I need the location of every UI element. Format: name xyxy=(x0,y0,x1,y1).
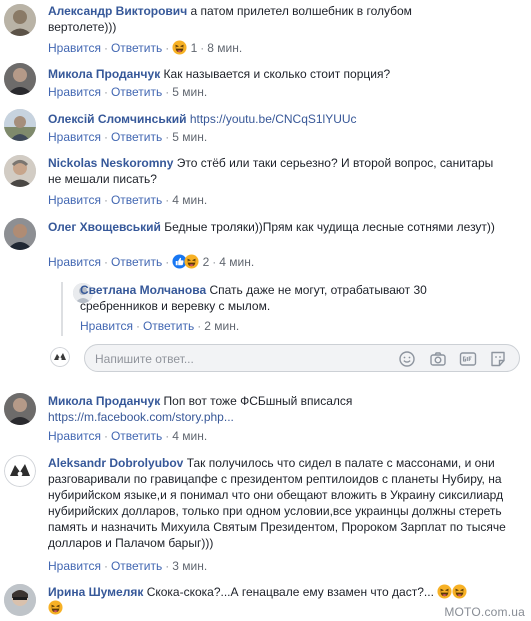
comment-actions: Нравится · Ответить · 4 мин. xyxy=(48,429,208,443)
reply-link[interactable]: Ответить xyxy=(143,319,194,333)
reply-actions: Нравится · Ответить · 2 мин. xyxy=(80,319,240,333)
like-link[interactable]: Нравится xyxy=(48,255,101,269)
comment-link[interactable]: https://youtu.be/CNCqS1lYUUc xyxy=(190,112,357,126)
comment-body: Олексій Сломчинський https://youtu.be/CN… xyxy=(48,111,508,127)
current-user-avatar[interactable] xyxy=(50,347,70,367)
avatar[interactable] xyxy=(4,455,36,487)
comment-author[interactable]: Микола Проданчук xyxy=(48,394,160,408)
like-link[interactable]: Нравится xyxy=(48,429,101,443)
emoji-icon[interactable] xyxy=(398,350,416,368)
comment-author[interactable]: Ирина Шумеляк xyxy=(48,585,143,599)
comment-text: Как называется и сколько стоит порция? xyxy=(163,67,391,81)
comment-time[interactable]: 4 мин. xyxy=(172,193,207,207)
comment-body: Олег Хвощевський Бедные троляки))Прям ка… xyxy=(48,219,498,235)
laugh-emoji-icon xyxy=(452,584,467,599)
comment-body: Aleksandr Dobrolyubov Так получилось что… xyxy=(48,455,518,551)
laugh-reaction-icon[interactable] xyxy=(184,254,199,269)
reply-link[interactable]: Ответить xyxy=(111,85,162,99)
site-watermark: MOTO.com.ua xyxy=(444,605,525,619)
reply-input[interactable] xyxy=(93,349,397,369)
reply-link[interactable]: Ответить xyxy=(111,429,162,443)
laugh-reaction-icon[interactable] xyxy=(172,40,187,55)
comment-actions: Нравится · Ответить · 1 · 8 мин. xyxy=(48,40,243,55)
comment-actions: Нравится · Ответить · 5 мин. xyxy=(48,130,208,144)
comment-body: Александр Викторович а патом прилетел во… xyxy=(48,3,468,35)
laugh-emoji-icon xyxy=(48,600,63,615)
laugh-emoji-icon xyxy=(437,584,452,599)
comment-author[interactable]: Микола Проданчук xyxy=(48,67,160,81)
comment-time[interactable]: 5 мин. xyxy=(172,130,207,144)
reply-link[interactable]: Ответить xyxy=(111,559,162,573)
comment-author[interactable]: Nickolas Neskoromny xyxy=(48,156,173,170)
comment-text: Так получилось что сидел в палате с масс… xyxy=(48,456,506,550)
avatar[interactable] xyxy=(4,4,36,36)
reply-link[interactable]: Ответить xyxy=(111,193,162,207)
comment-actions: Нравится · Ответить · 5 мин. xyxy=(48,85,208,99)
comment-text: Скока-скока?...А генацвале ему взамен чт… xyxy=(146,585,434,599)
reply-author[interactable]: Светлана Молчанова xyxy=(80,283,206,297)
like-link[interactable]: Нравится xyxy=(48,193,101,207)
reply-input-box[interactable] xyxy=(84,344,520,372)
comment-actions: Нравится · Ответить · 3 мин. xyxy=(48,559,208,573)
reply-time[interactable]: 2 мин. xyxy=(204,319,239,333)
like-link[interactable]: Нравится xyxy=(48,130,101,144)
like-link[interactable]: Нравится xyxy=(80,319,133,333)
camera-icon[interactable] xyxy=(429,350,447,368)
avatar[interactable] xyxy=(4,218,36,250)
comment-body: Nickolas Neskoromny Это стёб или таки се… xyxy=(48,155,498,187)
reply-body: Светлана Молчанова Спать даже не могут, … xyxy=(80,282,484,314)
like-link[interactable]: Нравится xyxy=(48,85,101,99)
comment-author[interactable]: Aleksandr Dobrolyubov xyxy=(48,456,183,470)
reply-link[interactable]: Ответить xyxy=(111,130,162,144)
comment-text: Поп вот тоже ФСБшный вписался xyxy=(163,394,353,408)
comment-time[interactable]: 8 мин. xyxy=(207,41,242,55)
comment-body: Микола Проданчук Поп вот тоже ФСБшный вп… xyxy=(48,393,488,425)
like-link[interactable]: Нравится xyxy=(48,559,101,573)
comment-text: Бедные троляки))Прям как чудища лесные с… xyxy=(164,220,495,234)
comment-author[interactable]: Олег Хвощевський xyxy=(48,220,161,234)
reply-link[interactable]: Ответить xyxy=(111,255,162,269)
comment-time[interactable]: 4 мин. xyxy=(219,255,254,269)
avatar[interactable] xyxy=(4,109,36,141)
comment-time[interactable]: 5 мин. xyxy=(172,85,207,99)
comment-actions: Нравится · Ответить · 4 мин. xyxy=(48,193,208,207)
comment-actions: Нравится · Ответить · 2 · 4 мин. xyxy=(48,254,255,269)
avatar[interactable] xyxy=(4,393,36,425)
avatar[interactable] xyxy=(4,584,36,616)
comment-author[interactable]: Олексій Сломчинський xyxy=(48,112,186,126)
gif-icon[interactable] xyxy=(459,350,477,368)
comment-body: Микола Проданчук Как называется и скольк… xyxy=(48,66,508,82)
comment-time[interactable]: 4 мин. xyxy=(172,429,207,443)
reply-link[interactable]: Ответить xyxy=(111,41,162,55)
avatar[interactable] xyxy=(4,63,36,95)
comment-time[interactable]: 3 мин. xyxy=(172,559,207,573)
comment-link[interactable]: https://m.facebook.com/story.php... xyxy=(48,410,234,424)
like-link[interactable]: Нравится xyxy=(48,41,101,55)
sticker-icon[interactable] xyxy=(489,350,507,368)
avatar[interactable] xyxy=(4,155,36,187)
reply-thread-line xyxy=(61,282,63,336)
comment-author[interactable]: Александр Викторович xyxy=(48,4,187,18)
